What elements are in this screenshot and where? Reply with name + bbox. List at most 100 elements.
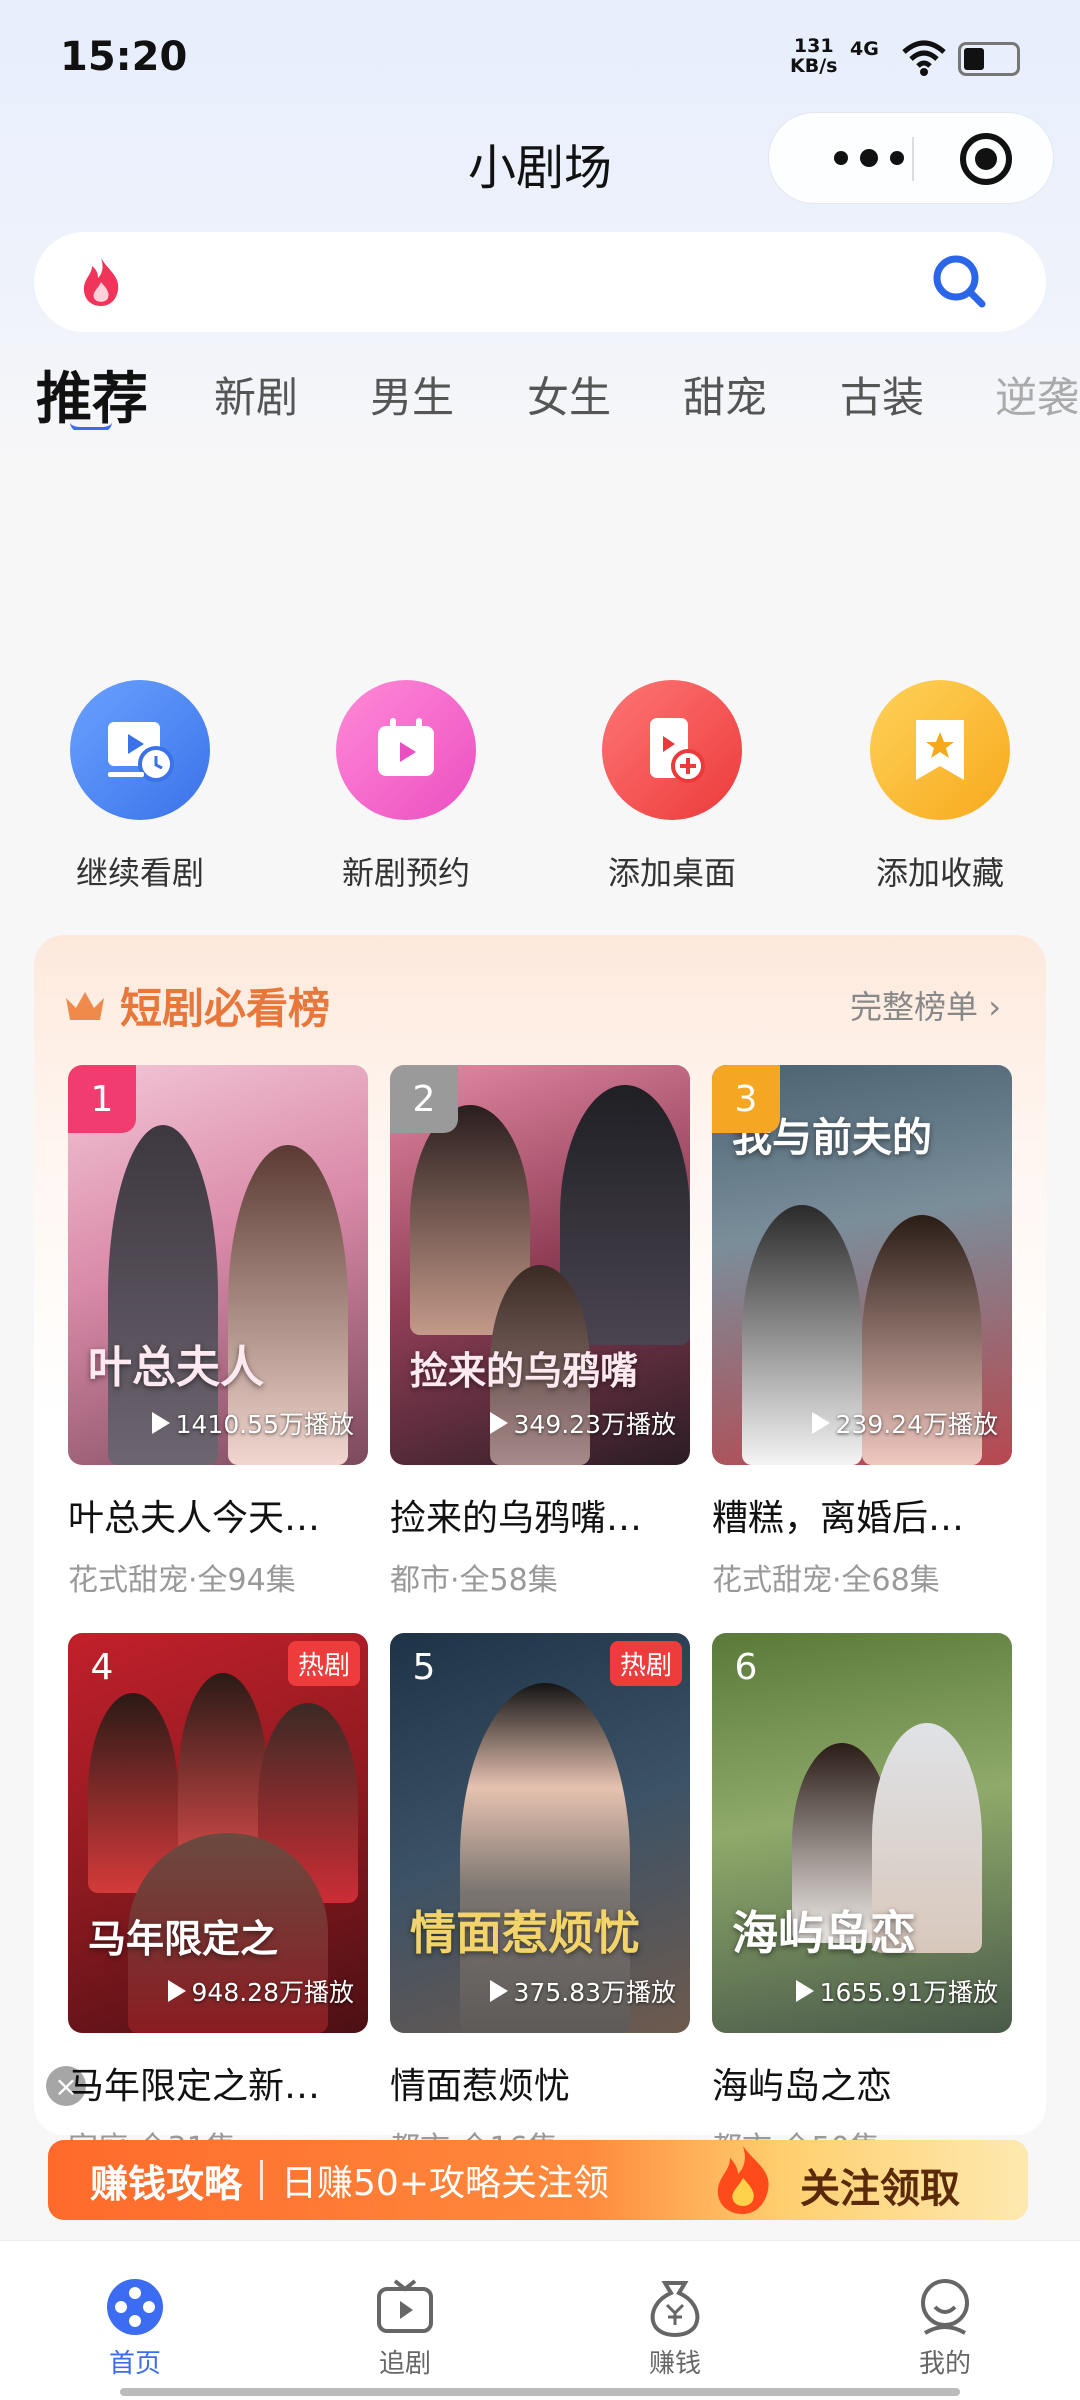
tv-play-icon <box>373 2275 437 2339</box>
nav-home[interactable]: 首页 <box>55 2275 215 2380</box>
quick-label: 新剧预约 <box>341 854 470 892</box>
tab-costume[interactable]: 古装 <box>840 364 924 425</box>
rank-badge: 6 <box>734 1646 758 1688</box>
play-icon <box>795 1980 814 2002</box>
calendar-play-icon <box>336 680 476 820</box>
quick-label: 添加收藏 <box>875 854 1004 892</box>
tab-counterattack[interactable]: 逆袭 <box>995 364 1079 425</box>
drama-item[interactable]: 捡来的乌鸦嘴 2 349.23万播放 捡来的乌鸦嘴… 都市·全58集 <box>390 1065 690 1599</box>
bookmark-star-icon <box>870 680 1010 820</box>
drama-name: 糟糕，离婚后… <box>712 1498 965 1539</box>
play-count: 1655.91万播放 <box>795 1973 998 2009</box>
poster-title: 情面惹烦忧 <box>410 1906 640 1960</box>
ranking-more-label: 完整榜单 <box>850 988 979 1026</box>
rank-badge: 2 <box>390 1065 458 1133</box>
quick-label: 继续看剧 <box>75 854 204 892</box>
play-count-text: 948.28万播放 <box>191 1978 354 2007</box>
tab-recommend[interactable]: 推荐 <box>36 354 148 430</box>
play-count-text: 375.83万播放 <box>513 1978 676 2007</box>
target-icon[interactable] <box>960 133 1012 185</box>
category-tabs: 推荐 新剧 男生 女生 甜宠 古装 逆袭 <box>0 350 1080 430</box>
tab-new[interactable]: 新剧 <box>214 364 298 425</box>
tab-active-indicator <box>70 422 112 430</box>
promo-cta: 关注领取 <box>800 2166 960 2212</box>
nav-label: 首页 <box>108 2349 161 2379</box>
nav-label: 追剧 <box>378 2349 431 2379</box>
drama-item[interactable]: 海屿岛恋 6 1655.91万播放 海屿岛之恋 都市·全50集 <box>712 1633 1012 2167</box>
close-icon[interactable]: × <box>46 2066 86 2106</box>
drama-item[interactable]: 情面惹烦忧 5 热剧 375.83万播放 情面惹烦忧 都市·全16集 <box>390 1633 690 2167</box>
home-indicator <box>120 2388 960 2396</box>
play-count: 239.24万播放 <box>811 1405 998 1441</box>
rank-badge: 5 <box>412 1646 436 1688</box>
nav-earn[interactable]: 赚钱 <box>595 2275 755 2380</box>
nav-following[interactable]: 追剧 <box>325 2275 485 2380</box>
drama-item[interactable]: 我与前夫的 3 239.24万播放 糟糕，离婚后… 花式甜宠·全68集 <box>712 1065 1012 1599</box>
ranking-full-list-link[interactable]: 完整榜单 › <box>850 982 1001 1028</box>
poster-title: 马年限定之 <box>88 1916 279 1961</box>
play-count-text: 1410.55万播放 <box>175 1410 354 1439</box>
profile-icon <box>913 2275 977 2339</box>
play-count: 1410.55万播放 <box>151 1405 354 1441</box>
play-clock-icon <box>70 680 210 820</box>
nav-mine[interactable]: 我的 <box>865 2275 1025 2380</box>
promo-banner[interactable]: 赚钱攻略 日赚50+攻略关注领 关注领取 <box>48 2140 1028 2220</box>
drama-item[interactable]: 叶总夫人 1 1410.55万播放 叶总夫人今天… 花式甜宠·全94集 <box>68 1065 368 1599</box>
flame-icon <box>708 2144 778 2220</box>
play-count: 375.83万播放 <box>489 1973 676 2009</box>
play-count: 948.28万播放 <box>167 1973 354 2009</box>
tab-female[interactable]: 女生 <box>527 364 611 425</box>
mini-program-capsule <box>768 112 1054 204</box>
quick-continue-watching[interactable]: 继续看剧 <box>40 680 240 894</box>
promo-subtitle: 日赚50+攻略关注领 <box>281 2163 609 2204</box>
poster-title: 捡来的乌鸦嘴 <box>410 1348 639 1393</box>
poster-title: 叶总夫人 <box>88 1342 264 1393</box>
drama-poster[interactable]: 捡来的乌鸦嘴 2 349.23万播放 <box>390 1065 690 1465</box>
tab-male[interactable]: 男生 <box>370 364 454 425</box>
play-icon <box>489 1412 508 1434</box>
promo-title: 赚钱攻略 <box>90 2161 243 2206</box>
chevron-right-icon: › <box>978 988 1001 1026</box>
drama-meta: 都市·全58集 <box>390 1563 558 1598</box>
play-icon <box>151 1412 170 1434</box>
play-count-text: 1655.91万播放 <box>819 1978 998 2007</box>
drama-name: 叶总夫人今天… <box>68 1498 321 1539</box>
hot-badge: 热剧 <box>609 1641 682 1686</box>
drama-poster[interactable]: 我与前夫的 3 239.24万播放 <box>712 1065 1012 1465</box>
rank-badge: 3 <box>712 1065 780 1133</box>
play-icon <box>811 1412 830 1434</box>
quick-add-desktop[interactable]: 添加桌面 <box>572 680 772 894</box>
capsule-divider <box>912 137 914 181</box>
play-count-text: 239.24万播放 <box>835 1410 998 1439</box>
search-bar[interactable] <box>34 232 1046 332</box>
quick-add-favorite[interactable]: 添加收藏 <box>840 680 1040 894</box>
drama-poster[interactable]: 情面惹烦忧 5 热剧 375.83万播放 <box>390 1633 690 2033</box>
play-count-text: 349.23万播放 <box>513 1410 676 1439</box>
more-dots-icon[interactable] <box>809 135 929 181</box>
nav-label: 我的 <box>918 2349 971 2379</box>
rank-badge: 4 <box>90 1646 114 1688</box>
drama-name: 马年限定之新… <box>68 2066 321 2107</box>
play-count: 349.23万播放 <box>489 1405 676 1441</box>
search-icon[interactable] <box>930 252 990 316</box>
nav-label: 赚钱 <box>648 2349 701 2379</box>
drama-poster[interactable]: 海屿岛恋 6 1655.91万播放 <box>712 1633 1012 2033</box>
promo-divider <box>260 2160 264 2200</box>
drama-meta: 花式甜宠·全94集 <box>68 1563 296 1598</box>
hot-badge: 热剧 <box>287 1641 360 1686</box>
drama-poster[interactable]: 马年限定之 4 热剧 948.28万播放 <box>68 1633 368 2033</box>
quick-new-drama-reserve[interactable]: 新剧预约 <box>306 680 506 894</box>
battery-icon <box>958 42 1020 76</box>
drama-meta: 花式甜宠·全68集 <box>712 1563 940 1598</box>
fire-icon <box>78 256 124 312</box>
drama-poster[interactable]: 叶总夫人 1 1410.55万播放 <box>68 1065 368 1465</box>
net-speed-value: 131 <box>793 35 834 57</box>
quick-label: 添加桌面 <box>607 854 736 892</box>
rank-badge: 1 <box>68 1065 136 1133</box>
tab-sweet[interactable]: 甜宠 <box>683 364 767 425</box>
crown-icon <box>64 988 106 1028</box>
drama-item[interactable]: 马年限定之 4 热剧 948.28万播放 马年限定之新… 家庭·全31集 <box>68 1633 368 2167</box>
drama-name: 海屿岛之恋 <box>712 2066 893 2107</box>
status-bar: 15:20 131 KB/s 4G <box>0 0 1080 110</box>
net-speed-unit: KB/s <box>790 55 838 77</box>
